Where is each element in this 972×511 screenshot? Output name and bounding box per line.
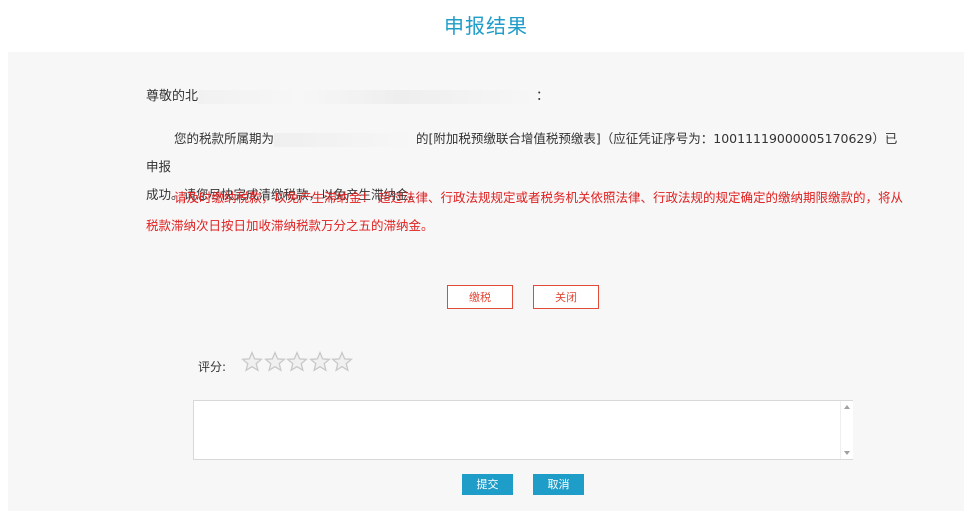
greeting-line: 尊敬的北 ： bbox=[146, 85, 549, 104]
scroll-down-arrow-icon[interactable] bbox=[844, 451, 850, 455]
message-line1-start: 您的税款所属期为 bbox=[174, 131, 275, 146]
star-icon[interactable] bbox=[241, 351, 263, 373]
comment-textarea[interactable] bbox=[193, 400, 853, 460]
page: 申报结果 尊敬的北： 您的税款所属期为 的[附加税预缴联合增值税预缴表]（应征凭证… bbox=[0, 0, 972, 511]
star-icon[interactable] bbox=[308, 351, 331, 373]
rating-stars bbox=[241, 351, 354, 377]
header: 申报结果 bbox=[0, 0, 972, 48]
redacted-tax-period bbox=[274, 132, 417, 147]
greeting-prefix: 尊敬的 bbox=[146, 89, 186, 104]
comment-scrollbar[interactable] bbox=[840, 401, 853, 459]
pay-tax-button[interactable]: 缴税 bbox=[447, 285, 513, 309]
greeting-partial-name: 北 bbox=[185, 89, 199, 104]
late-fee-warning: 请及时缴纳税款，以免产生滞纳金！ 超过法律、行政法规规定或者税务机关依照法律、行… bbox=[146, 184, 906, 240]
warning-text: 请及时缴纳税款，以免产生滞纳金！ 超过法律、行政法规规定或者税务机关依照法律、行… bbox=[146, 190, 903, 233]
star-icon[interactable] bbox=[263, 351, 286, 373]
greeting-suffix: ： bbox=[536, 89, 550, 104]
star-icon[interactable] bbox=[331, 351, 353, 373]
star-icon[interactable] bbox=[286, 351, 308, 373]
scroll-up-arrow-icon[interactable] bbox=[844, 405, 850, 409]
cancel-button[interactable]: 取消 bbox=[533, 474, 584, 495]
rating-label: 评分: bbox=[198, 360, 227, 374]
submit-button[interactable]: 提交 bbox=[462, 474, 513, 495]
close-button[interactable]: 关闭 bbox=[533, 285, 599, 309]
redacted-taxpayer-name bbox=[198, 89, 537, 104]
page-title: 申报结果 bbox=[444, 14, 528, 38]
